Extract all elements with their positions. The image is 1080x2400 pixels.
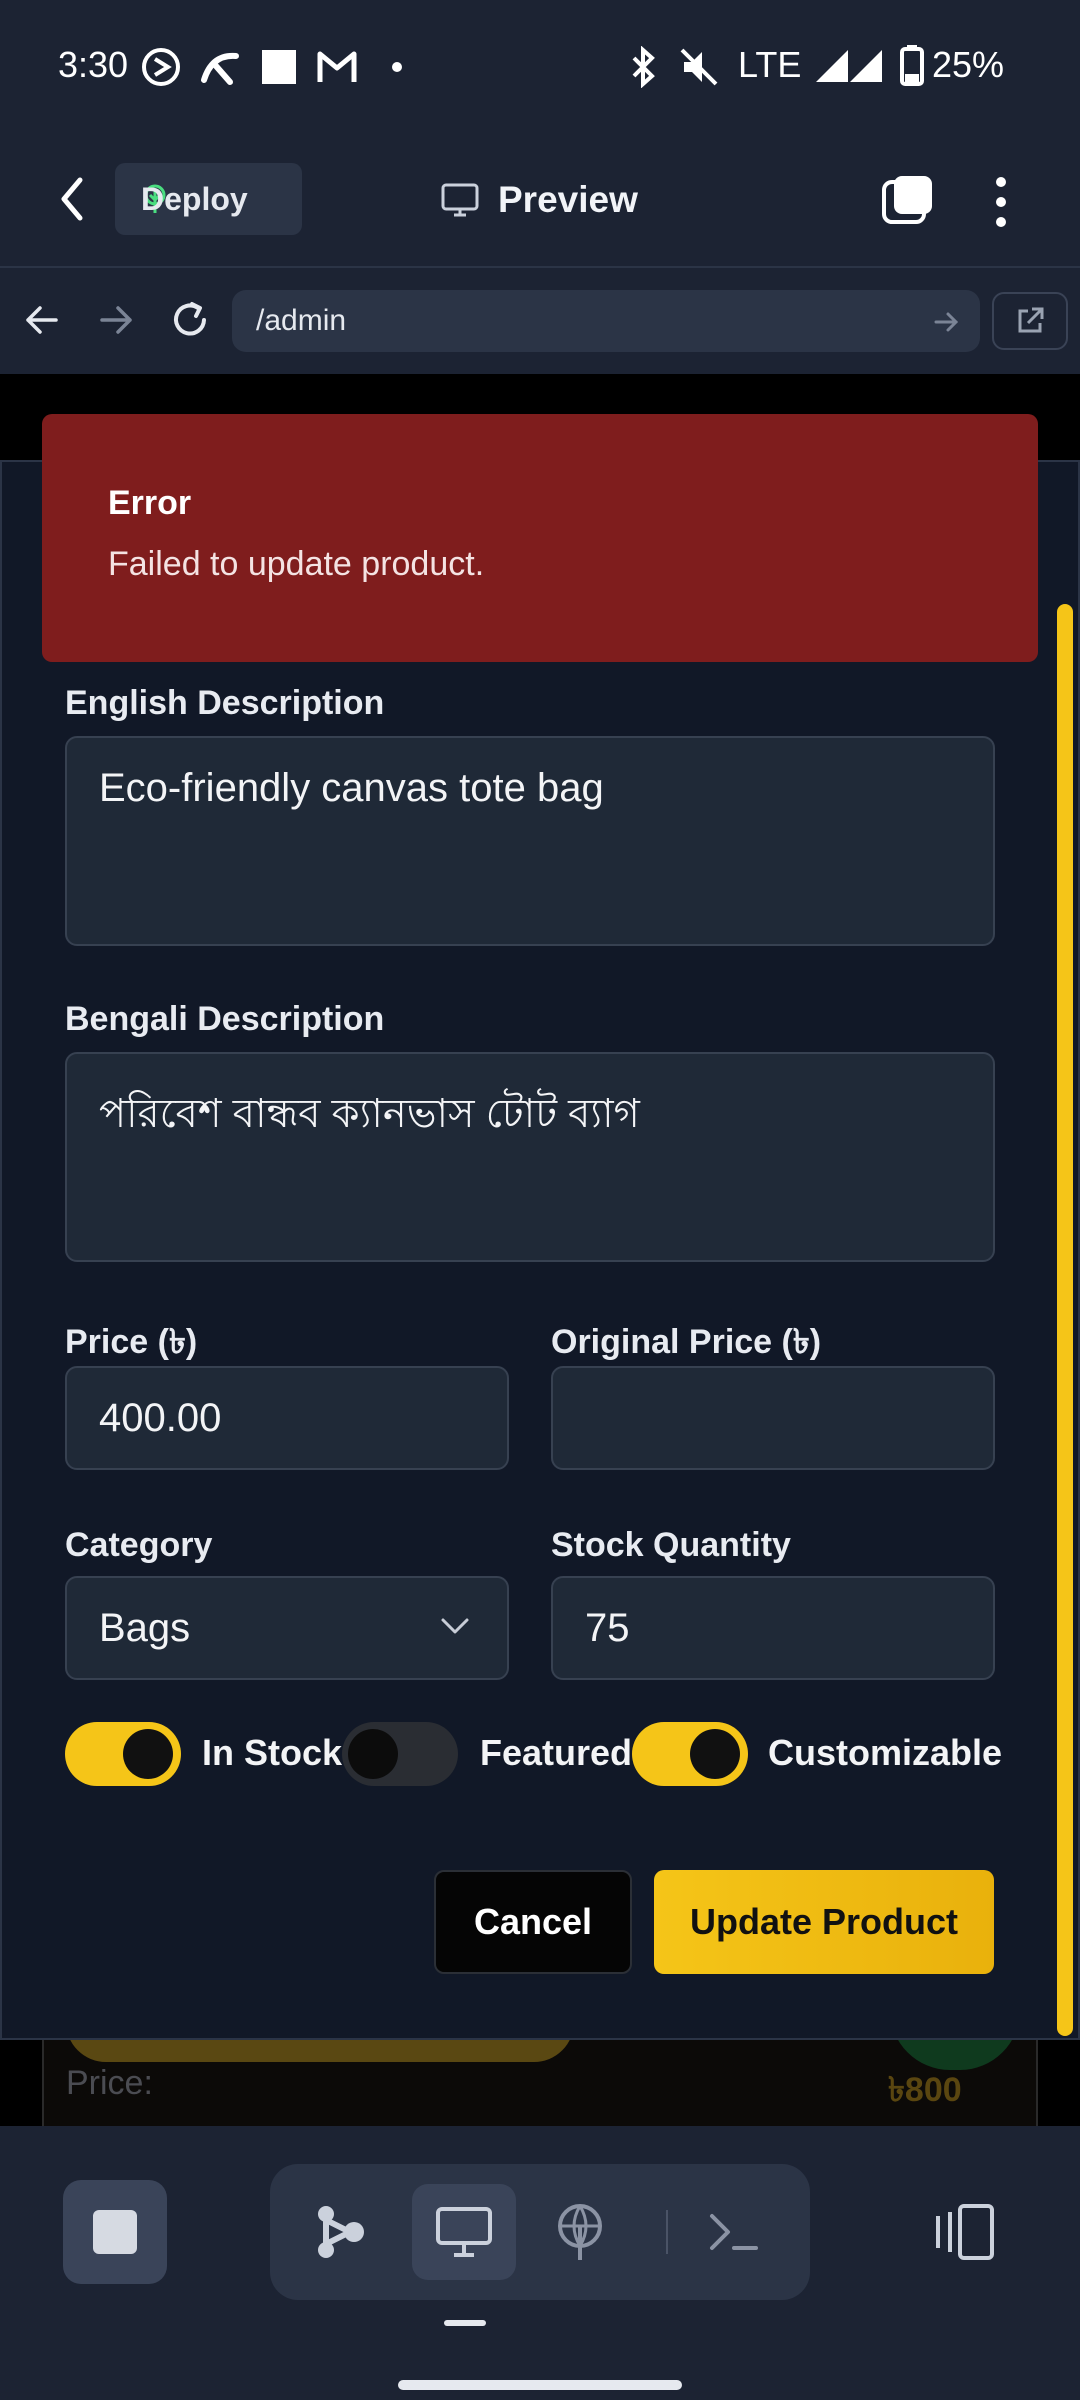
update-product-button[interactable]: Update Product xyxy=(654,1870,994,1974)
category-select[interactable]: Bags xyxy=(65,1576,509,1680)
stop-notification-icon xyxy=(262,50,296,84)
tool-divider xyxy=(666,2210,668,2254)
tabs-icon[interactable] xyxy=(880,172,936,228)
stock-quantity-label: Stock Quantity xyxy=(551,1526,791,1564)
carrier-icon xyxy=(201,52,239,85)
home-indicator[interactable] xyxy=(398,2380,682,2390)
in-stock-toggle[interactable] xyxy=(65,1722,181,1786)
agent-icon xyxy=(318,2206,364,2258)
gmail-icon xyxy=(317,51,357,82)
toggle-knob xyxy=(123,1729,173,1779)
cancel-button[interactable]: Cancel xyxy=(434,1870,632,1974)
toggle-knob xyxy=(690,1729,740,1779)
open-external-button[interactable] xyxy=(992,292,1068,350)
customizable-toggle[interactable] xyxy=(632,1722,748,1786)
english-description-value: Eco-friendly canvas tote bag xyxy=(99,766,604,810)
monitor-icon xyxy=(441,183,479,217)
bluetooth-icon xyxy=(632,46,655,88)
status-time: 3:30 xyxy=(58,44,129,85)
background-price-value: ৳800 xyxy=(888,2071,962,2109)
go-arrow-icon[interactable] xyxy=(932,308,960,336)
bengali-description-value: পরিবেশ বান্ধব ক্যানভাস টোট ব্যাগ xyxy=(99,1092,640,1136)
price-label: Price (৳) xyxy=(65,1323,198,1361)
in-stock-label: In Stock xyxy=(202,1732,343,1773)
original-price-label: Original Price (৳) xyxy=(551,1323,822,1361)
deploy-button[interactable]: Deploy xyxy=(115,163,302,235)
category-value: Bags xyxy=(99,1605,191,1650)
error-title: Error xyxy=(108,484,192,522)
featured-label: Featured xyxy=(480,1732,633,1773)
stop-icon xyxy=(93,2210,137,2254)
url-input[interactable]: /admin xyxy=(232,290,980,352)
url-text: /admin xyxy=(256,304,347,337)
error-toast: Error Failed to update product. xyxy=(42,414,1038,662)
error-message: Failed to update product. xyxy=(108,545,485,583)
scrollbar[interactable] xyxy=(1057,604,1073,2036)
original-price-input[interactable] xyxy=(551,1366,995,1470)
toggle-knob xyxy=(348,1729,398,1779)
active-tab-indicator xyxy=(444,2320,486,2326)
stop-button[interactable] xyxy=(63,2180,167,2284)
status-bar: 3:30 LTE 25% xyxy=(0,0,1080,130)
bottom-toolbar xyxy=(0,2126,1080,2400)
signal-icon-2 xyxy=(850,50,882,82)
mute-icon xyxy=(680,48,718,86)
terminal-icon xyxy=(710,2214,758,2250)
monitor-icon xyxy=(436,2207,492,2257)
browser-forward-icon[interactable] xyxy=(96,300,136,340)
external-link-icon xyxy=(1018,307,1044,333)
chevron-down-icon xyxy=(441,1618,469,1634)
battery-level: 25% xyxy=(932,44,1005,85)
stock-quantity-value: 75 xyxy=(585,1605,630,1650)
background-price-label: Price: xyxy=(66,2064,153,2102)
network-type: LTE xyxy=(738,44,802,85)
featured-toggle[interactable] xyxy=(342,1722,458,1786)
more-options-icon[interactable] xyxy=(986,174,1016,230)
globe-icon xyxy=(558,2204,602,2260)
whatsapp-icon xyxy=(142,48,180,86)
category-label: Category xyxy=(65,1526,213,1564)
shell-tool[interactable] xyxy=(682,2184,786,2280)
preview-tool[interactable] xyxy=(412,2184,516,2280)
deploy-label: Deploy xyxy=(141,180,248,217)
agent-tool[interactable] xyxy=(288,2184,392,2280)
more-notifications-dot xyxy=(392,62,402,72)
preview-label: Preview xyxy=(498,179,638,220)
bengali-description-label: Bengali Description xyxy=(65,1000,385,1038)
preview-title: Preview xyxy=(440,170,638,230)
url-bar: /admin xyxy=(0,268,1080,374)
battery-icon xyxy=(900,45,924,86)
browser-back-icon[interactable] xyxy=(22,300,62,340)
signal-icon xyxy=(816,50,848,82)
layout-toggle-icon[interactable] xyxy=(930,2202,996,2262)
back-icon[interactable] xyxy=(52,174,96,224)
bengali-description-field[interactable]: পরিবেশ বান্ধব ক্যানভাস টোট ব্যাগ xyxy=(65,1052,995,1262)
deployments-tool[interactable] xyxy=(528,2184,632,2280)
customizable-label: Customizable xyxy=(768,1732,1003,1773)
price-input[interactable]: 400.00 xyxy=(65,1366,509,1470)
english-description-label: English Description xyxy=(65,684,385,722)
app-header: Deploy Preview xyxy=(0,130,1080,268)
tool-group xyxy=(270,2164,810,2300)
reload-icon[interactable] xyxy=(168,298,212,342)
price-value: 400.00 xyxy=(99,1395,222,1440)
english-description-field[interactable]: Eco-friendly canvas tote bag xyxy=(65,736,995,946)
stock-quantity-input[interactable]: 75 xyxy=(551,1576,995,1680)
